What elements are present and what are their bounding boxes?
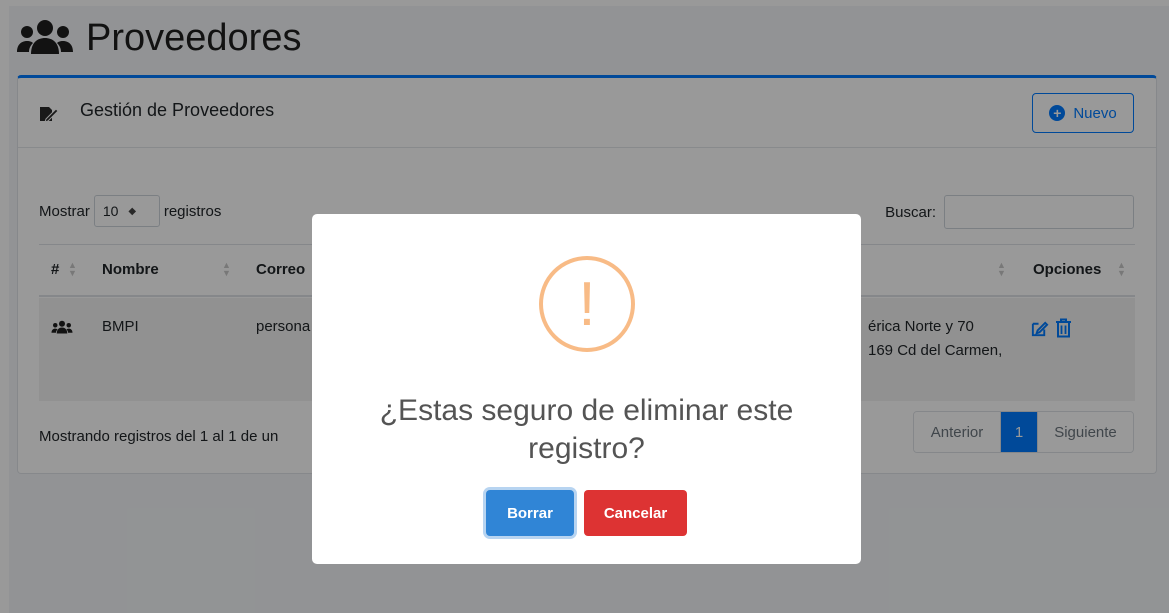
dialog-title-line1: ¿Estas seguro de eliminar este [379, 394, 794, 427]
dialog-title: ¿Estas seguro de eliminar este registro? [312, 392, 861, 468]
confirm-delete-button[interactable]: Borrar [486, 490, 574, 536]
dialog-title-line2: registro? [528, 432, 645, 465]
confirm-delete-dialog: ! ¿Estas seguro de eliminar este registr… [312, 214, 861, 564]
warning-glyph: ! [578, 269, 596, 339]
cancel-button[interactable]: Cancelar [584, 490, 687, 536]
warning-icon: ! [539, 256, 635, 352]
